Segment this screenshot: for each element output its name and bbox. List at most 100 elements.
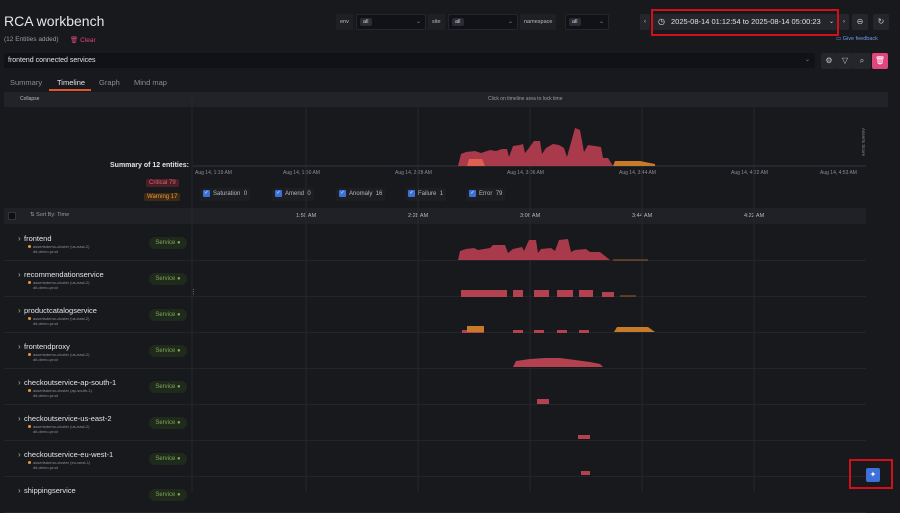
time-tick: 1:50 AM: [296, 213, 317, 219]
entities-count: (12 Entities added): [4, 36, 59, 43]
namespace-label: namespace: [520, 14, 557, 30]
refresh-button[interactable]: ↻: [873, 14, 889, 30]
tab-summary[interactable]: Summary: [10, 78, 42, 87]
collapse-button[interactable]: Collapse: [20, 92, 39, 107]
status-dot: [28, 281, 31, 284]
entity-name[interactable]: productcatalogservice: [24, 306, 97, 315]
chevron-right-icon[interactable]: ›: [18, 306, 21, 315]
search-entities-button[interactable]: ⌕: [853, 53, 871, 69]
resize-handle[interactable]: ⋮: [190, 288, 197, 296]
chevron-right-icon[interactable]: ›: [18, 234, 21, 243]
zoom-out-button[interactable]: ⊖: [852, 14, 868, 30]
chevron-right-icon[interactable]: ›: [18, 270, 21, 279]
page-title: RCA workbench: [4, 13, 105, 29]
entity-type: Service: [155, 492, 176, 498]
sort-button[interactable]: ⇅ Sort By: Time: [30, 212, 69, 218]
tab-timeline[interactable]: Timeline: [57, 78, 85, 87]
entity-name[interactable]: frontendproxy: [24, 342, 70, 351]
entity-type-badge: Service ●: [149, 417, 187, 429]
sort-label: Sort By: Time: [36, 212, 70, 218]
legend-count: 16: [375, 191, 383, 197]
entity-name[interactable]: recommendationservice: [24, 270, 104, 279]
search-input[interactable]: frontend connected services ⌄: [4, 53, 815, 68]
env-select[interactable]: all ⌄: [356, 14, 426, 30]
legend-count: 1: [439, 191, 444, 197]
tab-mind-map[interactable]: Mind map: [134, 78, 167, 87]
entity-type-badge: Service ●: [149, 273, 187, 285]
select-all-checkbox[interactable]: [8, 212, 16, 220]
entity-type-badge: Service ●: [149, 237, 187, 249]
entity-env: dit-demo-prod: [33, 249, 58, 254]
entity-row[interactable]: [4, 225, 866, 261]
entity-type: Service: [155, 276, 176, 282]
entity-row[interactable]: [4, 405, 866, 441]
settings-button[interactable]: ⚙: [821, 53, 837, 69]
chevron-right-icon[interactable]: ›: [18, 450, 21, 459]
checkbox-checked-icon[interactable]: ✓: [339, 189, 346, 197]
gear-icon: ⚙: [825, 56, 833, 65]
x-tick: Aug 14, 2:28 AM: [395, 170, 432, 176]
site-chip[interactable]: all: [452, 18, 464, 26]
filter-icon: ▽: [841, 56, 849, 65]
site-select[interactable]: all ⌄: [448, 14, 518, 30]
entity-row[interactable]: [4, 477, 866, 513]
entity-name[interactable]: shippingservice: [24, 486, 76, 495]
give-feedback-link[interactable]: ▭ Give feedback: [836, 36, 878, 42]
time-forward-button[interactable]: ›: [839, 14, 849, 30]
chevron-right-icon[interactable]: ›: [18, 342, 21, 351]
legend-label: Amend: [285, 191, 305, 197]
assistant-button[interactable]: ✦: [866, 468, 880, 482]
entity-row[interactable]: [4, 297, 866, 333]
legend-amend[interactable]: ✓ Amend 0: [272, 188, 314, 201]
namespace-chip[interactable]: all: [569, 18, 581, 26]
clear-button[interactable]: 🗑 Clear: [70, 36, 96, 44]
time-back-button[interactable]: ‹: [640, 14, 650, 30]
entity-type: Service: [155, 348, 176, 354]
legend-saturation[interactable]: ✓ Saturation 0: [200, 188, 251, 201]
legend-error[interactable]: ✓ Error 79: [466, 188, 506, 201]
list-header: ⇅ Sort By: Time: [4, 208, 866, 224]
tab-graph[interactable]: Graph: [99, 78, 120, 87]
legend-anomaly[interactable]: ✓ Anomaly 16: [336, 188, 386, 201]
entity-row[interactable]: [4, 333, 866, 369]
legend-label: Error: [479, 191, 493, 197]
entity-name[interactable]: checkoutservice-eu-west-1: [24, 450, 113, 459]
status-dot: [28, 425, 31, 428]
entity-meta: assertsdemo-cluster (us-east-2) dit-demo-…: [28, 424, 89, 434]
clear-label: Clear: [80, 37, 96, 44]
checkbox-checked-icon[interactable]: ✓: [275, 189, 282, 197]
checkbox-checked-icon[interactable]: ✓: [469, 189, 476, 197]
timeline-toolbar: Collapse Click on timeline area to lock …: [4, 92, 888, 107]
entity-name[interactable]: checkoutservice-us-east-2: [24, 414, 112, 423]
chevron-right-icon[interactable]: ›: [18, 486, 21, 495]
chevron-right-icon[interactable]: ›: [18, 378, 21, 387]
entity-row[interactable]: [4, 441, 866, 477]
summary-anomaly-area: [467, 159, 485, 166]
give-feedback-label: Give feedback: [842, 36, 878, 42]
checkbox-checked-icon[interactable]: ✓: [408, 189, 415, 197]
legend-failure[interactable]: ✓ Failure 1: [405, 188, 447, 201]
entity-meta: assertsdemo-cluster (us-east-2) dit-demo-…: [28, 352, 89, 362]
namespace-select[interactable]: all ⌄: [565, 14, 609, 30]
entity-type-badge: Service ●: [149, 453, 187, 465]
time-tick: 3:44 AM: [632, 213, 653, 219]
entity-row[interactable]: [4, 369, 866, 405]
chevron-down-icon: ⌄: [415, 19, 421, 25]
entity-meta: assertsdemo-cluster (us-east-2) dit-demo-…: [28, 280, 89, 290]
checkbox-checked-icon[interactable]: ✓: [203, 189, 210, 197]
entity-env: dit-demo-prod: [33, 429, 58, 434]
entity-name[interactable]: checkoutservice-ap-south-1: [24, 378, 116, 387]
filter-button[interactable]: ▽: [837, 53, 853, 69]
comment-icon: ▭: [836, 36, 842, 42]
entity-name[interactable]: frontend: [24, 234, 52, 243]
env-chip[interactable]: all: [360, 18, 372, 26]
legend-label: Failure: [418, 191, 437, 197]
chevron-down-icon: ⌄: [598, 19, 604, 25]
status-dot: [28, 461, 31, 464]
chevron-down-icon: ⌄: [804, 57, 810, 63]
delete-button[interactable]: 🗑: [872, 53, 888, 69]
entity-type: Service: [155, 456, 176, 462]
entity-type: Service: [155, 420, 176, 426]
chevron-right-icon[interactable]: ›: [18, 414, 21, 423]
entity-row[interactable]: [4, 261, 866, 297]
